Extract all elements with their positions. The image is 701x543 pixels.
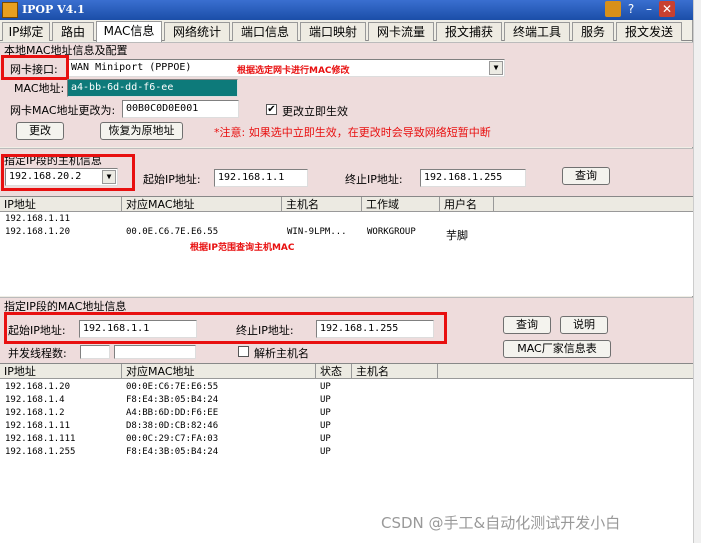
col-ip[interactable]: IP地址 — [0, 197, 122, 212]
minimize-icon[interactable]: – — [641, 1, 657, 17]
change-button[interactable]: 更改 — [16, 122, 64, 140]
highlight-nic-label — [1, 55, 69, 80]
row-mac: 00.0E.C6.7E.E6.55 — [126, 227, 219, 237]
tab-ip-bind[interactable]: IP绑定 — [2, 22, 50, 41]
app-icon — [2, 2, 18, 18]
row-mac: F8:E4:3B:05:B4:24 — [126, 447, 219, 457]
row-ip: 192.168.1.11 — [5, 421, 71, 431]
nic-select-value: WAN Miniport (PPPOE) — [71, 62, 192, 73]
mac-segment-group: 指定IP段的MAC地址信息 起始IP地址: 192.168.1.1 终止IP地址… — [0, 297, 693, 363]
row-ip: 192.168.1.255 — [5, 447, 76, 457]
mac-change-warning: *注意: 如果选中立即生效，在更改时会导致网络短暂中断 — [214, 126, 491, 139]
ip-start-input[interactable]: 192.168.1.1 — [214, 169, 308, 187]
threads-input[interactable] — [80, 345, 110, 359]
host-list[interactable]: IP地址 对应MAC地址 主机名 工作域 用户名 192.168.1.11 19… — [0, 196, 693, 296]
mac-vendor-button[interactable]: MAC厂家信息表 — [503, 340, 611, 358]
ip-end-input[interactable]: 192.168.1.255 — [420, 169, 526, 187]
highlight-ip-range — [4, 312, 447, 344]
col-status[interactable]: 状态 — [316, 364, 352, 379]
tab-packet-send[interactable]: 报文发送 — [616, 22, 682, 41]
col-hostname[interactable]: 主机名 — [352, 364, 438, 379]
threads-label: 并发线程数: — [8, 347, 67, 360]
col-workgroup[interactable]: 工作域 — [362, 197, 440, 212]
row-mac: A4:BB:6D:DD:F6:EE — [126, 408, 219, 418]
threads-secondary-input[interactable] — [114, 345, 196, 359]
col-mac[interactable]: 对应MAC地址 — [122, 197, 282, 212]
mac-address-label: MAC地址: — [14, 82, 65, 95]
row-username: 芋脚 — [446, 229, 468, 242]
row-ip: 192.168.1.2 — [5, 408, 65, 418]
tab-net-stats[interactable]: 网络统计 — [164, 22, 230, 41]
tab-service[interactable]: 服务 — [572, 22, 614, 41]
row-mac: 00:0C:29:C7:FA:03 — [126, 434, 219, 444]
close-icon[interactable]: ✕ — [659, 1, 675, 17]
mac-change-label: 网卡MAC地址更改为: — [10, 104, 116, 117]
chevron-down-icon[interactable]: ▼ — [489, 61, 503, 75]
ip-range-note: 根据IP范围查询主机MAC — [190, 243, 295, 253]
mac-address-field: a4-bb-6d-dd-f6-ee — [67, 79, 238, 97]
menu-icon[interactable] — [605, 1, 621, 17]
tab-nic-traffic[interactable]: 网卡流量 — [368, 22, 434, 41]
mac-query-button[interactable]: 查询 — [503, 316, 551, 334]
col-hostname[interactable]: 主机名 — [282, 197, 362, 212]
immediate-checkbox[interactable]: ✔ — [266, 104, 277, 115]
tab-packet-capture[interactable]: 报文捕获 — [436, 22, 502, 41]
col-mac[interactable]: 对应MAC地址 — [122, 364, 316, 379]
ip-query-button[interactable]: 查询 — [562, 167, 610, 185]
row-mac: 00:0E:C6:7E:E6:55 — [126, 382, 219, 392]
tab-port-map[interactable]: 端口映射 — [300, 22, 366, 41]
app-window: IPOP V4.1 ? – ✕ IP绑定 路由 MAC信息 网络统计 端口信息 … — [0, 0, 693, 543]
row-ip: 192.168.1.111 — [5, 434, 76, 444]
row-status: UP — [320, 434, 331, 444]
mac-list-header: IP地址 对应MAC地址 状态 主机名 — [0, 364, 693, 379]
row-ip: 192.168.1.4 — [5, 395, 65, 405]
row-ip: 192.168.1.20 — [5, 227, 71, 237]
nic-note: 根据选定网卡进行MAC修改 — [237, 66, 350, 76]
watermark: CSDN @手工&自动化测试开发小白 — [381, 514, 621, 532]
row-ip: 192.168.1.11 — [5, 214, 71, 224]
row-workgroup: WORKGROUP — [367, 227, 416, 237]
row-ip: 192.168.1.20 — [5, 382, 71, 392]
tab-route[interactable]: 路由 — [52, 22, 94, 41]
help-icon[interactable]: ? — [623, 1, 639, 17]
row-status: UP — [320, 395, 331, 405]
tab-mac-info[interactable]: MAC信息 — [96, 21, 162, 42]
explain-button[interactable]: 说明 — [560, 316, 608, 334]
mac-change-input[interactable]: 00B0C0D0E001 — [122, 100, 239, 118]
page-scrollbar[interactable] — [693, 0, 701, 543]
resolve-hostname-checkbox[interactable] — [238, 346, 249, 357]
window-title: IPOP V4.1 — [22, 3, 85, 16]
resolve-hostname-label: 解析主机名 — [254, 347, 309, 360]
title-bar: IPOP V4.1 ? – ✕ — [0, 0, 693, 20]
tab-port-info[interactable]: 端口信息 — [232, 22, 298, 41]
restore-button[interactable]: 恢复为原地址 — [100, 122, 183, 140]
row-status: UP — [320, 447, 331, 457]
host-list-header: IP地址 对应MAC地址 主机名 工作域 用户名 — [0, 197, 693, 212]
mac-config-group: 本地MAC地址信息及配置 网卡接口: WAN Miniport (PPPOE) ▼… — [0, 42, 693, 147]
tab-terminal-tools[interactable]: 终端工具 — [504, 22, 570, 41]
immediate-label: 更改立即生效 — [282, 105, 348, 118]
row-status: UP — [320, 421, 331, 431]
row-mac: F8:E4:3B:05:B4:24 — [126, 395, 219, 405]
row-status: UP — [320, 382, 331, 392]
col-ip[interactable]: IP地址 — [0, 364, 122, 379]
ip-start-label: 起始IP地址: — [143, 173, 201, 186]
ip-end-label: 终止IP地址: — [345, 173, 403, 186]
col-username[interactable]: 用户名 — [440, 197, 494, 212]
tab-bar: IP绑定 路由 MAC信息 网络统计 端口信息 端口映射 网卡流量 报文捕获 终… — [0, 21, 693, 42]
highlight-ip-segment — [1, 154, 135, 191]
row-hostname: WIN-9LPM... — [287, 227, 347, 237]
row-status: UP — [320, 408, 331, 418]
row-mac: D8:38:0D:CB:82:46 — [126, 421, 219, 431]
